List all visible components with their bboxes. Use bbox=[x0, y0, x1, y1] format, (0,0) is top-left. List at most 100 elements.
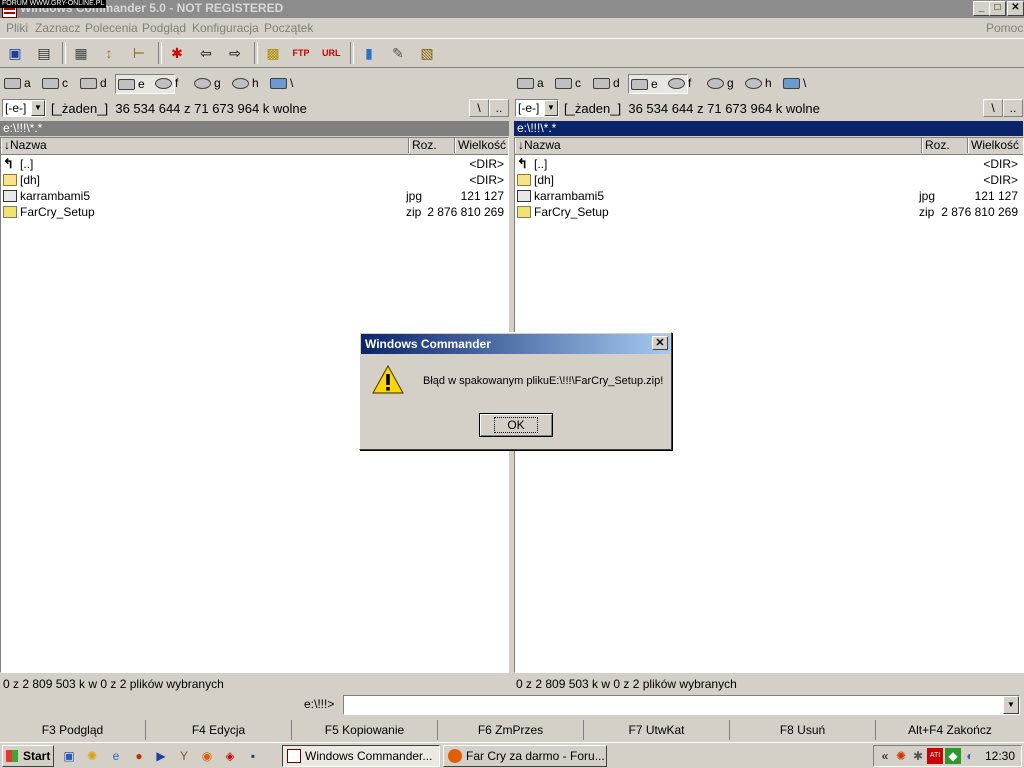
url-icon[interactable]: URL bbox=[322, 44, 341, 62]
right-parent-button[interactable]: .. bbox=[1003, 99, 1023, 117]
f6-move-button[interactable]: F6 ZmPrzes bbox=[438, 720, 584, 740]
right-root-button[interactable]: \ bbox=[983, 99, 1003, 117]
notepad-icon[interactable]: ✎ bbox=[389, 44, 407, 62]
drive-g-button[interactable]: g bbox=[192, 74, 221, 92]
dialog-title: Windows Commander bbox=[365, 337, 491, 351]
save-icon[interactable]: ▣ bbox=[6, 44, 24, 62]
column-ext[interactable]: Roz. bbox=[409, 138, 455, 153]
f5-copy-button[interactable]: F5 Kopiowanie bbox=[292, 720, 438, 740]
network-drive-button[interactable]: \ bbox=[268, 74, 293, 92]
file-row[interactable]: [dh] <DIR> bbox=[515, 172, 1023, 188]
command-line-input[interactable]: ▼ bbox=[343, 695, 1020, 715]
file-name: FarCry_Setup bbox=[534, 205, 609, 219]
forward-icon[interactable]: ⇨ bbox=[226, 44, 244, 62]
column-ext[interactable]: Roz. bbox=[922, 138, 968, 153]
app-icon[interactable]: ◈ bbox=[222, 748, 238, 764]
drive-f-button[interactable]: f bbox=[153, 74, 178, 92]
function-key-bar: F3 Podgląd F4 Edycja F5 Kopiowanie F6 Zm… bbox=[0, 718, 1024, 742]
file-row[interactable]: FarCry_Setup zip 2 876 810 269 bbox=[515, 204, 1023, 220]
tool-icon[interactable]: Y bbox=[176, 748, 192, 764]
compare-icon[interactable]: ▧ bbox=[418, 44, 436, 62]
ftp-icon[interactable]: FTP bbox=[292, 44, 310, 62]
f3-view-button[interactable]: F3 Podgląd bbox=[0, 720, 146, 740]
drive-f-button[interactable]: f bbox=[666, 74, 691, 92]
brief-view-icon[interactable]: ▦ bbox=[72, 44, 90, 62]
menu-polecenia[interactable]: Polecenia bbox=[85, 21, 138, 35]
media-icon[interactable]: ● bbox=[131, 748, 147, 764]
file-row[interactable]: ↰ [..] <DIR> bbox=[515, 156, 1023, 172]
sun-icon[interactable]: ✺ bbox=[84, 748, 100, 764]
menu-zaznacz[interactable]: Zaznacz bbox=[35, 21, 80, 35]
left-parent-button[interactable]: .. bbox=[489, 99, 509, 117]
file-row[interactable]: [dh] <DIR> bbox=[1, 172, 508, 188]
taskbar-windows-commander[interactable]: Windows Commander... bbox=[282, 745, 440, 767]
watermark: FORUM WWW.GRY-ONLINE.PL bbox=[0, 0, 107, 8]
dialog-close-button[interactable]: ✕ bbox=[652, 336, 668, 350]
menu-konfiguracja[interactable]: Konfiguracja bbox=[192, 21, 259, 35]
drive-h-button[interactable]: h bbox=[743, 74, 772, 92]
media-player-icon[interactable]: ▶ bbox=[153, 748, 169, 764]
file-row[interactable]: karrambami5 jpg 121 127 bbox=[515, 188, 1023, 204]
menu-podglad[interactable]: Podgląd bbox=[142, 21, 186, 35]
drive-d-button[interactable]: d bbox=[591, 74, 620, 92]
drive-a-button[interactable]: a bbox=[515, 74, 544, 92]
archive-icon[interactable]: ▩ bbox=[264, 44, 282, 62]
drive-c-button[interactable]: c bbox=[553, 74, 581, 92]
right-path-header[interactable]: e:\!!!\*.* bbox=[514, 121, 1023, 136]
volume-icon[interactable]: ◐ bbox=[962, 748, 978, 764]
column-size[interactable]: Wielkość bbox=[455, 138, 508, 153]
right-drive-combo[interactable]: [-e-] ▼ bbox=[515, 99, 559, 117]
refresh-icon[interactable]: ✱ bbox=[168, 44, 186, 62]
menu-pliki[interactable]: Pliki bbox=[6, 21, 28, 35]
internet-explorer-icon[interactable]: e bbox=[108, 748, 124, 764]
up-icon: ↰ bbox=[3, 156, 14, 171]
column-name[interactable]: ↓Nazwa bbox=[1, 138, 409, 153]
drive-c-button[interactable]: c bbox=[40, 74, 68, 92]
maximize-button[interactable]: □ bbox=[989, 1, 1006, 16]
show-desktop-icon[interactable]: ▣ bbox=[61, 748, 77, 764]
tray-expand-chevron[interactable]: « bbox=[877, 748, 893, 764]
column-name[interactable]: ↓Nazwa bbox=[515, 138, 922, 153]
menu-poczatek[interactable]: Początek bbox=[264, 21, 313, 35]
file-size: <DIR> bbox=[983, 157, 1018, 171]
file-row[interactable]: ↰ [..] <DIR> bbox=[1, 156, 508, 172]
left-drive-combo[interactable]: [-e-] ▼ bbox=[2, 99, 46, 117]
f7-mkdir-button[interactable]: F7 UtwKat bbox=[584, 720, 730, 740]
chevron-down-icon[interactable]: ▼ bbox=[1003, 696, 1019, 714]
pack-icon[interactable]: ▤ bbox=[35, 44, 53, 62]
sun-tray-icon[interactable]: ✺ bbox=[893, 748, 909, 764]
column-size[interactable]: Wielkość bbox=[968, 138, 1023, 153]
file-row[interactable]: karrambami5 jpg 121 127 bbox=[1, 188, 508, 204]
drive-h-button[interactable]: h bbox=[230, 74, 259, 92]
f4-edit-button[interactable]: F4 Edycja bbox=[146, 720, 292, 740]
menu-pomoc[interactable]: Pomoc bbox=[986, 21, 1023, 35]
start-button[interactable]: Start bbox=[2, 745, 54, 767]
close-button[interactable]: ✕ bbox=[1007, 1, 1024, 16]
right-free-space: 36 534 644 z 71 673 964 k wolne bbox=[628, 101, 820, 116]
cd-drive-icon bbox=[745, 78, 762, 89]
ok-button[interactable]: OK bbox=[479, 413, 553, 437]
left-path-header[interactable]: e:\!!!\*.* bbox=[0, 121, 509, 136]
help-book-icon[interactable]: ▮ bbox=[360, 44, 378, 62]
drive-g-button[interactable]: g bbox=[705, 74, 734, 92]
nvidia-icon[interactable]: ◆ bbox=[945, 748, 961, 764]
network-drive-button[interactable]: \ bbox=[781, 74, 806, 92]
minimize-button[interactable]: _ bbox=[973, 1, 990, 16]
left-root-button[interactable]: \ bbox=[469, 99, 489, 117]
alt-f4-exit-button[interactable]: Alt+F4 Zakończ bbox=[876, 720, 1024, 740]
left-volume-label: [_żaden_] 36 534 644 z 71 673 964 k woln… bbox=[51, 101, 307, 116]
floppy-icon[interactable]: ▪ bbox=[245, 748, 261, 764]
network-tray-icon[interactable]: ✱ bbox=[910, 748, 926, 764]
file-row[interactable]: FarCry_Setup zip 2 876 810 269 bbox=[1, 204, 508, 220]
tree-icon[interactable]: ⊢ bbox=[130, 44, 148, 62]
dialog-title-bar[interactable]: Windows Commander bbox=[361, 334, 670, 354]
sort-icon[interactable]: ↕ bbox=[100, 44, 118, 62]
firefox-icon[interactable]: ◉ bbox=[199, 748, 215, 764]
drive-a-button[interactable]: a bbox=[2, 74, 31, 92]
back-icon[interactable]: ⇦ bbox=[197, 44, 215, 62]
ati-icon[interactable]: ATI bbox=[927, 748, 943, 764]
taskbar-firefox-window[interactable]: Far Cry za darmo - Foru... bbox=[443, 745, 607, 767]
f8-delete-button[interactable]: F8 Usuń bbox=[730, 720, 876, 740]
floppy-drive-icon bbox=[4, 78, 21, 89]
drive-d-button[interactable]: d bbox=[78, 74, 107, 92]
